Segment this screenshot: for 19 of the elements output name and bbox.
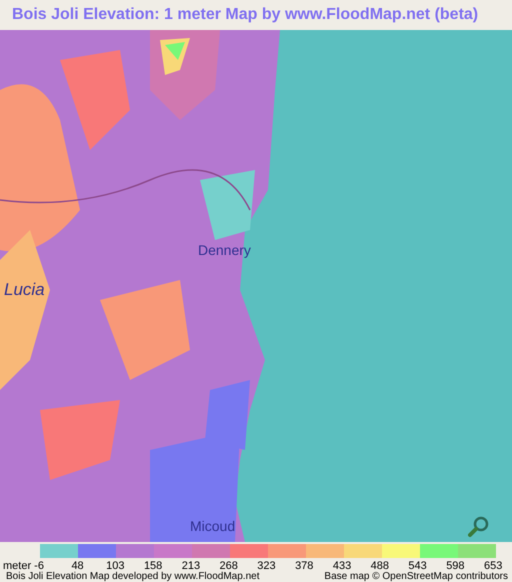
legend-label: 103 (105, 560, 125, 572)
legend-label: 323 (257, 560, 277, 572)
magnifier-icon (468, 516, 490, 538)
legend-label: 158 (144, 560, 162, 572)
legend-label: 378 (294, 560, 314, 572)
map-title: Bois Joli Elevation: 1 meter Map by www.FloodMap.net (beta) (12, 6, 478, 24)
place-label: Micoud (190, 518, 236, 534)
place-label: Lucia (4, 280, 45, 300)
legend-label: 268 (220, 560, 238, 572)
developer-credit: Bois Joli Elevation Map developed by www.FloodMap.net (6, 572, 260, 582)
legend-label: meter -6 (2, 560, 45, 572)
legend-label: 48 (71, 560, 84, 572)
legend-label: 213 (182, 560, 200, 572)
legend-label: 488 (370, 560, 390, 572)
legend-label: 433 (332, 560, 352, 572)
legend-label: 543 (407, 560, 428, 572)
legend-label: 598 (445, 560, 465, 572)
legend-label: 653 (484, 560, 502, 572)
osm-attribution: Base map © OpenStreetMap contributors (324, 572, 508, 582)
